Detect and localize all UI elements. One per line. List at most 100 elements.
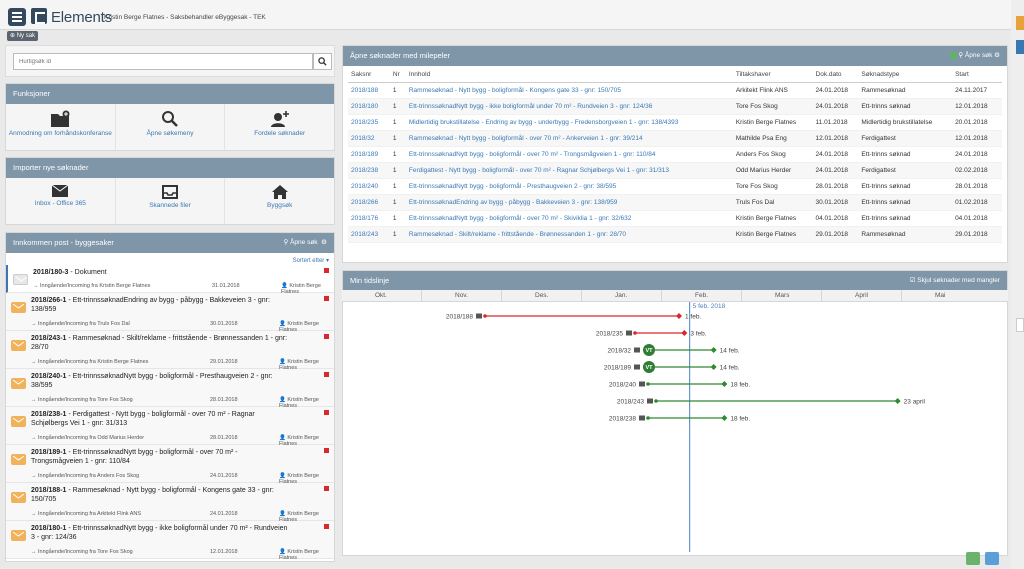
inbox-item[interactable]: 2018/266-1 - Ett-trinnssøknadEndring av … — [6, 293, 334, 333]
case-content-link[interactable]: Ett-trinnssøknadEndring av bygg - påbygg… — [405, 194, 733, 211]
inbox-item-title[interactable]: 2018/180-3 - Dokument — [33, 268, 293, 277]
inbox-item-title[interactable]: 2018/189-1 - Ett-trinnssøknadNytt bygg -… — [31, 448, 291, 466]
case-content-link[interactable]: Midlertidig brukstillatelse - Endring av… — [405, 114, 733, 131]
edge-notification-chip[interactable] — [1016, 16, 1024, 30]
flag-icon[interactable] — [324, 448, 329, 453]
flag-icon[interactable] — [324, 486, 329, 491]
table-cell: 12.01.2018 — [952, 98, 1002, 115]
edge-scroll-handle[interactable] — [1016, 318, 1024, 332]
timeline-case-label: 2018/243 — [617, 399, 644, 406]
milestone-date-label: 1 feb. — [685, 314, 701, 321]
group-users-button[interactable] — [966, 552, 980, 565]
table-cell: Ferdigattest — [858, 130, 953, 147]
column-header[interactable]: Søknadstype — [858, 68, 953, 83]
inbox-item-title[interactable]: 2018/180-1 - Ett-trinnssøknadNytt bygg -… — [31, 524, 291, 542]
table-row[interactable]: 2018/243 1 Rammesøknad - Skilt/reklame - f… — [348, 226, 1002, 243]
column-header[interactable]: Innhold — [405, 68, 733, 83]
preconference-request-tile[interactable]: Anmodning om forhåndskonferanse — [6, 104, 116, 150]
case-number-link[interactable]: 2018/188 — [348, 82, 390, 99]
case-content-link[interactable]: Ett-trinnssøknadNytt bygg - boligformål … — [405, 178, 733, 195]
table-row[interactable]: 2018/176 1 Ett-trinnssøknadNytt bygg - bol… — [348, 210, 1002, 227]
open-search-link[interactable]: ⚲ Åpne søk ⚙ — [284, 233, 328, 253]
case-number-link[interactable]: 2018/235 — [348, 114, 390, 131]
case-content-link[interactable]: Ett-trinnssøknadNytt bygg - boligformål … — [405, 146, 733, 163]
table-row[interactable]: 2018/266 1 Ett-trinnssøknadEndring av bygg… — [348, 194, 1002, 211]
inbox-item-id: 2018/238-1 — [31, 411, 67, 418]
table-cell: Tore Fos Skog — [732, 98, 813, 115]
inbox-item-subject: Rammesøknad - Nytt bygg - boligformål - … — [31, 487, 274, 503]
refresh-icon — [949, 51, 957, 59]
case-number-link[interactable]: 2018/240 — [348, 178, 390, 195]
flag-icon[interactable] — [324, 372, 329, 377]
quick-search-input[interactable] — [13, 53, 313, 70]
column-header[interactable]: Nr — [389, 68, 406, 83]
hide-missing-toggle[interactable]: ☑ Skjul søknader med mangler — [910, 271, 1000, 291]
inbox-item-assignee: 👤 Kristin Berge Flatnes — [279, 549, 319, 561]
inbox-item-title[interactable]: 2018/238-1 - Ferdigattest - Nytt bygg - … — [31, 410, 291, 428]
case-content-link[interactable]: Rammesøknad - Nytt bygg - boligformål - … — [405, 82, 733, 99]
inbox-item-subject: Ett-trinnssøknadNytt bygg - boligformål … — [31, 373, 273, 389]
inbox-item[interactable]: 2018/188-1 - Rammesøknad - Nytt bygg - b… — [6, 483, 334, 523]
inbox-item-title[interactable]: 2018/266-1 - Ett-trinnssøknadEndring av … — [31, 296, 291, 314]
case-number-link[interactable]: 2018/176 — [348, 210, 390, 227]
flag-icon[interactable] — [324, 268, 329, 273]
inbox-item-title[interactable]: 2018/188-1 - Rammesøknad - Nytt bygg - b… — [31, 486, 291, 504]
scanned-files-tile[interactable]: Skannede filer — [115, 178, 226, 224]
column-header[interactable]: Start — [952, 68, 1002, 83]
vt-badge-label: VT — [645, 348, 653, 354]
flag-icon[interactable] — [324, 296, 329, 301]
hamburger-menu-button[interactable] — [8, 8, 26, 26]
tile-label: Åpne søkemeny — [146, 130, 194, 137]
inbox-item-title[interactable]: 2018/240-1 - Ett-trinnssøknadNytt bygg -… — [31, 372, 291, 390]
new-case-button[interactable]: ⊕ Ny sak — [7, 31, 39, 41]
profile-button[interactable] — [985, 552, 999, 565]
inbox-item[interactable]: 2018/238-1 - Ferdigattest - Nytt bygg - … — [6, 407, 334, 447]
open-search-menu-tile[interactable]: Åpne søkemeny — [115, 104, 226, 150]
case-number-link[interactable]: 2018/243 — [348, 226, 390, 243]
flag-icon[interactable] — [324, 334, 329, 339]
distribute-applications-tile[interactable]: Fordele søknader — [225, 104, 335, 150]
table-row[interactable]: 2018/180 1 Ett-trinnssøknadNytt bygg - ikk… — [348, 98, 1002, 115]
inbox-item[interactable]: 2018/180-1 - Ett-trinnssøknadNytt bygg -… — [6, 521, 334, 561]
case-number-link[interactable]: 2018/266 — [348, 194, 390, 211]
case-number-link[interactable]: 2018/180 — [348, 98, 390, 115]
table-row[interactable]: 2018/32 1 Rammesøknad - Nytt bygg - boligf… — [348, 130, 1002, 147]
table-row[interactable]: 2018/235 1 Midlertidig brukstillatelse - E… — [348, 114, 1002, 131]
flag-icon[interactable] — [324, 410, 329, 415]
inbox-item-title[interactable]: 2018/243-1 - Rammesøknad - Skilt/reklame… — [31, 334, 291, 352]
timeline-case-label: 2018/238 — [609, 416, 636, 423]
case-content-link[interactable]: Rammesøknad - Skilt/reklame - frittståen… — [405, 226, 733, 243]
timeline-case-label: 2018/32 — [608, 348, 632, 355]
quick-search-button[interactable] — [313, 53, 332, 70]
case-number-link[interactable]: 2018/32 — [348, 130, 390, 147]
sort-dropdown[interactable]: Sortert etter ▾ — [293, 257, 329, 264]
table-row[interactable]: 2018/240 1 Ett-trinnssøknadNytt bygg - bol… — [348, 178, 1002, 195]
inbox-item[interactable]: 2018/189-1 - Ett-trinnssøknadNytt bygg -… — [6, 445, 334, 485]
inbox-item[interactable]: 2018/243-1 - Rammesøknad - Skilt/reklame… — [6, 331, 334, 371]
timeline-case-label: 2018/240 — [609, 382, 636, 389]
table-cell: 04.01.2018 — [812, 210, 859, 227]
inbox-item[interactable]: 2018/180-3 - Dokument → Inngående/Incomi… — [6, 265, 334, 295]
timeline-case-label: 2018/189 — [604, 365, 631, 372]
column-header[interactable]: Saksnr — [348, 68, 390, 83]
table-row[interactable]: 2018/189 1 Ett-trinnssøknadNytt bygg - bol… — [348, 146, 1002, 163]
flag-icon[interactable] — [324, 524, 329, 529]
inbox-item-assignee-text: Kristin Berge Flatnes — [279, 549, 319, 561]
inbox-item[interactable]: 2018/240-1 - Ett-trinnssøknadNytt bygg -… — [6, 369, 334, 409]
byggsok-tile[interactable]: Byggsøk — [225, 178, 335, 224]
table-row[interactable]: 2018/188 1 Rammesøknad - Nytt bygg - bolig… — [348, 82, 1002, 99]
case-content-link[interactable]: Ferdigattest - Nytt bygg - boligformål -… — [405, 162, 733, 179]
case-content-link[interactable]: Ett-trinnssøknadNytt bygg - ikke boligfo… — [405, 98, 733, 115]
case-content-link[interactable]: Ett-trinnssøknadNytt bygg - boligformål … — [405, 210, 733, 227]
applications-search-link[interactable]: ⚲ Åpne søk ⚙ — [949, 46, 1000, 66]
case-number-link[interactable]: 2018/238 — [348, 162, 390, 179]
column-header[interactable]: Tiltakshaver — [732, 68, 813, 83]
edge-info-chip[interactable] — [1016, 40, 1024, 54]
inbox-item-date: 12.01.2018 — [210, 549, 238, 555]
column-header[interactable]: Dok.dato — [812, 68, 859, 83]
inbox-office365-tile[interactable]: Inbox - Office 365 — [6, 178, 116, 224]
case-number-link[interactable]: 2018/189 — [348, 146, 390, 163]
inbox-item-id: 2018/266-1 — [31, 297, 67, 304]
table-row[interactable]: 2018/238 1 Ferdigattest - Nytt bygg - boli… — [348, 162, 1002, 179]
case-content-link[interactable]: Rammesøknad - Nytt bygg - boligformål - … — [405, 130, 733, 147]
